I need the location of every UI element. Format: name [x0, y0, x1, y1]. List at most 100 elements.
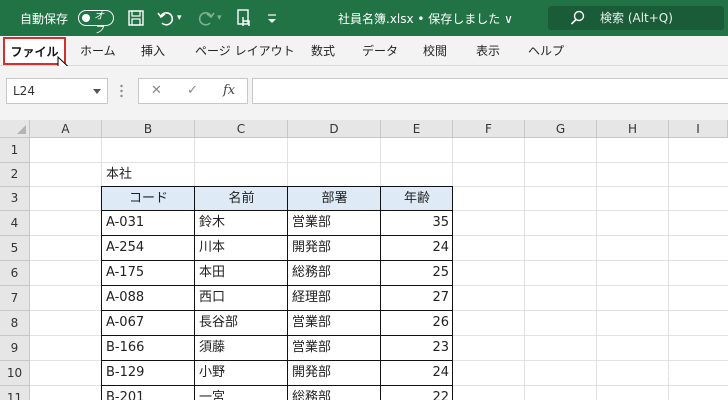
name-box-dropdown-icon[interactable]	[93, 89, 101, 94]
row-header-9[interactable]: 9	[0, 336, 30, 361]
row-header-6[interactable]: 6	[0, 261, 30, 286]
table-border	[101, 186, 102, 400]
tab-formulas[interactable]: 数式	[311, 36, 335, 66]
table-header-code[interactable]: コード	[102, 187, 195, 211]
table-border	[101, 186, 453, 187]
tab-home[interactable]: ホーム	[80, 36, 116, 66]
column-header-c[interactable]: C	[195, 120, 288, 138]
formula-buttons: ✕ ✓ fx	[138, 78, 248, 104]
cell-age[interactable]: 35	[381, 211, 453, 236]
table-border	[101, 235, 453, 236]
cell-name[interactable]: 鈴木	[195, 211, 288, 236]
cell-age[interactable]: 24	[381, 236, 453, 261]
cell-department[interactable]: 開発部	[288, 236, 381, 261]
search-placeholder: 検索 (Alt+Q)	[600, 11, 673, 25]
column-header-e[interactable]: E	[381, 120, 453, 138]
document-title[interactable]: 社員名簿.xlsx • 保存しました ∨	[338, 0, 513, 36]
table-border	[101, 260, 453, 261]
tab-review[interactable]: 校閲	[423, 36, 447, 66]
cell-age[interactable]: 27	[381, 286, 453, 311]
table-header-age[interactable]: 年齢	[381, 187, 453, 211]
undo-dropdown-icon[interactable]: ▾	[177, 0, 182, 36]
drag-handle-icon[interactable]	[120, 83, 123, 99]
cancel-icon[interactable]: ✕	[151, 79, 162, 103]
tab-view[interactable]: 表示	[476, 36, 500, 66]
formula-bar: L24 ✕ ✓ fx	[0, 66, 728, 120]
row-header-4[interactable]: 4	[0, 211, 30, 236]
cell-code[interactable]: A-254	[102, 236, 195, 261]
row-header-1[interactable]: 1	[0, 138, 30, 163]
tab-data[interactable]: データ	[362, 36, 398, 66]
cell-department[interactable]: 開発部	[288, 361, 381, 386]
select-all-corner[interactable]	[0, 120, 30, 138]
cell-department[interactable]: 営業部	[288, 211, 381, 236]
cell-department[interactable]: 総務部	[288, 386, 381, 400]
row-header-7[interactable]: 7	[0, 286, 30, 311]
tab-page-layout[interactable]: ページ レイアウト	[195, 36, 295, 66]
column-header-h[interactable]: H	[597, 120, 669, 138]
table-border	[380, 186, 381, 400]
column-header-g[interactable]: G	[525, 120, 597, 138]
cell-code[interactable]: B-166	[102, 336, 195, 361]
table-border	[452, 186, 453, 400]
name-box-value: L24	[13, 84, 35, 98]
redo-icon	[198, 12, 215, 26]
cell-name[interactable]: 須藤	[195, 336, 288, 361]
row-header-2[interactable]: 2	[0, 163, 30, 187]
tab-insert[interactable]: 挿入	[141, 36, 165, 66]
column-header-a[interactable]: A	[30, 120, 102, 138]
customize-icon[interactable]	[262, 8, 282, 28]
table-header-department[interactable]: 部署	[288, 187, 381, 211]
enter-icon[interactable]: ✓	[187, 79, 198, 103]
cell-age[interactable]: 26	[381, 311, 453, 336]
row-header-8[interactable]: 8	[0, 311, 30, 336]
cell-department[interactable]: 経理部	[288, 286, 381, 311]
column-header-b[interactable]: B	[102, 120, 195, 138]
cell-department[interactable]: 総務部	[288, 261, 381, 286]
cell-code[interactable]: A-175	[102, 261, 195, 286]
row-header-10[interactable]: 10	[0, 361, 30, 386]
search-icon	[570, 10, 585, 25]
formula-input[interactable]	[252, 78, 728, 104]
insert-function-icon[interactable]: fx	[223, 79, 235, 103]
cell-name[interactable]: 本田	[195, 261, 288, 286]
cell-code[interactable]: A-031	[102, 211, 195, 236]
worksheet-grid[interactable]: A B C D E F G H I 1 2 3 4 5 6 7 8 9 10 1…	[0, 120, 728, 400]
column-header-i[interactable]: I	[669, 120, 728, 138]
name-box[interactable]: L24	[6, 78, 108, 104]
cell-name[interactable]: 西口	[195, 286, 288, 311]
cell-name[interactable]: 長谷部	[195, 311, 288, 336]
cell-age[interactable]: 22	[381, 386, 453, 400]
ribbon-tabs: ファイル ホーム 挿入 ページ レイアウト 数式 データ 校閲 表示 ヘルプ	[0, 36, 728, 66]
cell-age[interactable]: 23	[381, 336, 453, 361]
cell-code[interactable]: B-201	[102, 386, 195, 400]
autosave-state: オフ	[94, 11, 104, 36]
row-header-5[interactable]: 5	[0, 236, 30, 261]
cell-code[interactable]: B-129	[102, 361, 195, 386]
save-icon[interactable]	[126, 8, 146, 28]
table-border	[194, 186, 195, 400]
table-header-name[interactable]: 名前	[195, 187, 288, 211]
column-header-f[interactable]: F	[453, 120, 525, 138]
cell-department[interactable]: 営業部	[288, 311, 381, 336]
autosave-label: 自動保存	[20, 11, 69, 26]
cell-b2[interactable]: 本社	[102, 163, 136, 187]
cell-name[interactable]: 小野	[195, 361, 288, 386]
undo-icon[interactable]	[156, 8, 176, 28]
cell-code[interactable]: A-067	[102, 311, 195, 336]
table-border	[101, 210, 453, 211]
touch-mode-icon[interactable]	[234, 8, 254, 28]
row-header-11[interactable]: 11	[0, 386, 30, 400]
cell-code[interactable]: A-088	[102, 286, 195, 311]
cell-name[interactable]: 一宮	[195, 386, 288, 400]
autosave-toggle[interactable]: オフ	[78, 10, 114, 36]
search-box[interactable]: 検索 (Alt+Q)	[548, 6, 724, 30]
table-border	[101, 360, 453, 361]
cell-age[interactable]: 25	[381, 261, 453, 286]
row-header-3[interactable]: 3	[0, 187, 30, 211]
tab-help[interactable]: ヘルプ	[528, 36, 564, 66]
cell-department[interactable]: 営業部	[288, 336, 381, 361]
column-header-d[interactable]: D	[288, 120, 381, 138]
cell-name[interactable]: 川本	[195, 236, 288, 261]
cell-age[interactable]: 24	[381, 361, 453, 386]
